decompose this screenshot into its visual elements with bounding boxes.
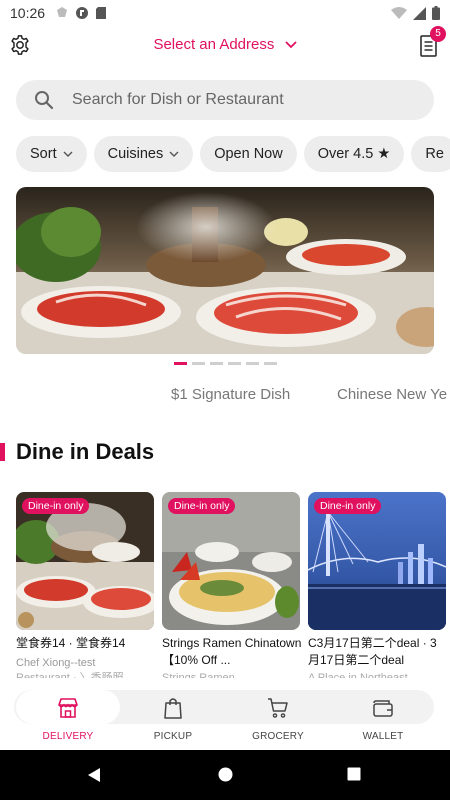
home-icon[interactable] (218, 767, 233, 782)
deal-restaurant-line2: Restaurant · 〉香肠照 (16, 672, 124, 678)
deal-card[interactable]: Dine-in only 堂食券14 · 堂食券14 Chef Xiong--t… (16, 492, 154, 678)
chevron-down-icon (284, 41, 297, 49)
carousel-dot[interactable] (192, 362, 205, 365)
carousel-dot[interactable] (264, 362, 277, 365)
hotpot-banner-image (16, 187, 434, 354)
filter-chip-label: Sort (30, 146, 57, 162)
deal-card[interactable]: Dine-in only C3月17日第二个deal · 3月17日第二个dea… (308, 492, 446, 678)
section-accent-bar (0, 443, 5, 461)
filter-chip-row: Sort Cuisines Open Now Over 4.5 ★ Re (16, 136, 450, 172)
tab-delivery[interactable]: DELIVERY (16, 690, 120, 748)
dine-in-only-badge: Dine-in only (22, 498, 90, 514)
notification-icon (57, 7, 68, 17)
carousel-dot[interactable] (246, 362, 259, 365)
carousel-dot[interactable] (228, 362, 241, 365)
filter-chip-more[interactable]: Re (411, 136, 450, 172)
deals-row: Dine-in only 堂食券14 · 堂食券14 Chef Xiong--t… (16, 492, 450, 678)
filter-chip-open-now[interactable]: Open Now (200, 136, 297, 172)
tab-label: WALLET (362, 731, 404, 742)
shopping-bag-icon (164, 698, 182, 719)
dine-in-only-badge: Dine-in only (314, 498, 382, 514)
filter-chip-sort[interactable]: Sort (16, 136, 87, 172)
address-label: Select an Address (153, 36, 275, 53)
deal-name: Strings Ramen Chinatown 【10% Off ... (162, 636, 302, 667)
back-icon[interactable] (86, 767, 102, 783)
carousel-label[interactable]: Chinese New Ye (337, 386, 447, 403)
app-header: Select an Address 5 (0, 26, 450, 62)
deal-restaurant: Chef Xiong--test (16, 657, 96, 669)
search-bar[interactable]: Search for Dish or Restaurant (16, 80, 434, 120)
sd-card-icon (96, 7, 107, 19)
tab-label: GROCERY (252, 731, 304, 742)
tab-label: PICKUP (153, 731, 193, 742)
recents-icon[interactable] (347, 767, 361, 781)
dine-in-only-badge: Dine-in only (168, 498, 236, 514)
carousel-dot[interactable] (210, 362, 223, 365)
battery-icon (432, 6, 440, 20)
search-placeholder: Search for Dish or Restaurant (72, 91, 284, 108)
filter-chip-label: Open Now (214, 146, 283, 162)
carousel-label[interactable]: $1 Signature Dish (171, 386, 290, 403)
app-icon (76, 7, 89, 19)
filter-chip-label: Re (425, 146, 444, 162)
filter-chip-label: Over 4.5 ★ (317, 146, 391, 162)
deal-card[interactable]: Dine-in only Strings Ramen Chinatown 【10… (162, 492, 302, 678)
carousel-labels: $1 Signature Dish Chinese New Ye (0, 386, 450, 408)
deal-restaurant: A Place in Northeast (308, 672, 408, 678)
wifi-icon (391, 6, 407, 19)
promo-banner[interactable] (16, 187, 434, 354)
signal-icon (413, 6, 426, 20)
tab-pickup[interactable]: PICKUP (121, 690, 225, 748)
system-nav-bar (0, 750, 450, 800)
deal-restaurant: Strings Ramen (162, 672, 235, 678)
chevron-down-icon (63, 151, 73, 157)
filter-chip-cuisines[interactable]: Cuisines (93, 136, 194, 172)
deal-name: C3月17日第二个deal · 3月17日第二个deal (308, 636, 437, 667)
tab-label: DELIVERY (42, 731, 94, 742)
status-time: 10:26 (10, 5, 46, 21)
carousel-indicator (174, 362, 277, 366)
storefront-icon (58, 698, 78, 718)
tab-wallet[interactable]: WALLET (331, 690, 435, 748)
status-bar: 10:26 (0, 0, 450, 26)
wallet-icon (373, 700, 393, 717)
chevron-down-icon (169, 151, 179, 157)
tab-grocery[interactable]: GROCERY (226, 690, 330, 748)
deal-name: 堂食券14 · 堂食券14 (16, 636, 126, 650)
section-title: Dine in Deals (16, 439, 155, 464)
carousel-dot[interactable] (174, 362, 187, 365)
address-selector[interactable]: Select an Address (0, 36, 450, 53)
filter-chip-label: Cuisines (107, 146, 164, 162)
filter-chip-rating[interactable]: Over 4.5 ★ (303, 136, 405, 172)
orders-count-badge: 5 (430, 26, 446, 42)
bottom-tab-bar: DELIVERY PICKUP GROCERY WALLET (0, 684, 450, 750)
search-icon (35, 91, 54, 110)
cart-icon (268, 698, 288, 718)
